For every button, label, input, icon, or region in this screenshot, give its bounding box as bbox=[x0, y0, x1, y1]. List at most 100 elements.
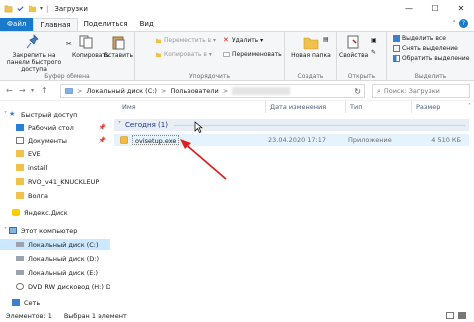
nav-label: Локальный диск (D:) bbox=[28, 254, 99, 263]
nav-drive-e[interactable]: Локальный диск (E:) bbox=[16, 267, 98, 278]
nav-documents[interactable]: Документы 📌 bbox=[16, 135, 110, 146]
cut-icon[interactable]: ✂ bbox=[66, 40, 73, 48]
nav-drive-d[interactable]: Локальный диск (D:) bbox=[16, 253, 99, 264]
copy-to-icon bbox=[155, 52, 162, 58]
nav-eve[interactable]: EVE bbox=[16, 148, 41, 159]
column-type[interactable]: Тип bbox=[346, 101, 412, 113]
select-all-button[interactable]: Выделить все bbox=[393, 35, 446, 42]
nav-label: RVO_v41_KNUCKLEUP bbox=[28, 177, 100, 186]
search-placeholder: Поиск: Загрузки bbox=[383, 87, 440, 95]
status-item-count: Элементов: 1 bbox=[6, 312, 52, 320]
select-all-label: Выделить все bbox=[402, 35, 446, 42]
search-input[interactable]: ⌕ Поиск: Загрузки bbox=[372, 84, 470, 98]
check-icon[interactable] bbox=[16, 4, 25, 13]
table-row[interactable]: ovisetup.exe 23.04.2020 17:17 Приложение… bbox=[114, 134, 469, 146]
nav-label: Рабочий стол bbox=[28, 123, 74, 132]
open-group: Свойства ▣ ✎ Открыть bbox=[337, 32, 387, 82]
pin-quick-access-button[interactable]: Закрепить на панели быстрого доступа bbox=[2, 34, 66, 73]
nav-drive-c[interactable]: Локальный диск (C:) bbox=[0, 239, 110, 250]
maximize-button[interactable]: ☐ bbox=[422, 0, 448, 17]
close-button[interactable]: ✕ bbox=[448, 0, 474, 17]
new-folder-quick-icon[interactable] bbox=[28, 4, 37, 13]
nav-install[interactable]: install bbox=[16, 162, 47, 173]
tab-file[interactable]: Файл bbox=[0, 18, 34, 31]
move-to-button[interactable]: Переместить в ▾ bbox=[155, 37, 216, 44]
edit-icon[interactable]: ✎ bbox=[371, 49, 378, 56]
new-item-icon[interactable]: ▤ bbox=[323, 36, 330, 43]
tab-home[interactable]: Главная bbox=[33, 18, 78, 31]
breadcrumb-users[interactable]: Пользователи bbox=[170, 87, 218, 95]
pc-icon bbox=[9, 227, 17, 234]
title-bar: ▾ | Загрузки — ☐ ✕ bbox=[0, 0, 474, 17]
nav-desktop[interactable]: Рабочий стол 📌 bbox=[16, 122, 110, 133]
expand-icon[interactable]: ˅ bbox=[4, 227, 7, 234]
nav-network[interactable]: Сеть bbox=[12, 297, 40, 308]
open-icon[interactable]: ▣ bbox=[371, 37, 378, 44]
installer-icon bbox=[120, 136, 128, 144]
copy-button[interactable]: Копировать bbox=[72, 34, 109, 59]
paste-button[interactable]: Вставить bbox=[104, 34, 134, 59]
copy-to-button[interactable]: Копировать в ▾ bbox=[155, 51, 212, 58]
tiles-view-icon[interactable] bbox=[458, 312, 466, 319]
dvd-icon bbox=[16, 283, 24, 290]
help-icon[interactable]: ? bbox=[459, 19, 468, 28]
scroll-up-icon[interactable]: ˄ bbox=[468, 103, 471, 110]
paste-icon bbox=[112, 36, 125, 50]
file-name[interactable]: ovisetup.exe bbox=[132, 135, 180, 145]
move-to-icon bbox=[155, 38, 162, 44]
folder-icon[interactable] bbox=[4, 4, 13, 13]
nav-volga[interactable]: Волга bbox=[16, 190, 48, 201]
qa-dropdown-icon[interactable]: ▾ bbox=[40, 5, 43, 12]
group-header-today[interactable]: ˅ Сегодня (1) bbox=[114, 119, 469, 131]
nav-dvd[interactable]: DVD RW дисковод (H:) DRIV bbox=[16, 281, 122, 292]
delete-icon: ✕ bbox=[223, 36, 229, 44]
up-icon[interactable]: ↑ bbox=[41, 86, 48, 95]
properties-button[interactable]: Свойства bbox=[339, 34, 368, 59]
expand-icon[interactable]: ˅ bbox=[4, 111, 7, 118]
folder-icon bbox=[16, 192, 24, 199]
recent-dropdown-icon[interactable]: ▾ bbox=[31, 87, 34, 94]
nav-label: Локальный диск (C:) bbox=[28, 240, 99, 249]
column-size[interactable]: Размер bbox=[412, 101, 468, 113]
yandex-disk-icon bbox=[12, 209, 20, 216]
invert-selection-button[interactable]: Обратить выделение bbox=[393, 55, 469, 62]
nav-quick-access[interactable]: ˅ ★ Быстрый доступ bbox=[4, 109, 77, 120]
nav-label: Локальный диск (E:) bbox=[28, 268, 99, 277]
back-icon[interactable]: ← bbox=[6, 86, 13, 95]
breadcrumb-drive-c[interactable]: Локальный диск (C:) bbox=[86, 87, 157, 95]
nav-label: DVD RW дисковод (H:) DRIV bbox=[28, 282, 122, 291]
nav-label: install bbox=[28, 163, 48, 172]
details-view-icon[interactable] bbox=[446, 312, 454, 319]
rename-button[interactable]: Переименовать bbox=[223, 51, 282, 58]
column-name[interactable]: Имя bbox=[118, 101, 266, 113]
select-none-button[interactable]: Снять выделение bbox=[393, 45, 458, 52]
collapse-ribbon-icon[interactable]: ˄ bbox=[453, 20, 457, 28]
column-date[interactable]: Дата изменения bbox=[266, 101, 346, 113]
nav-rvo[interactable]: RVO_v41_KNUCKLEUP bbox=[16, 176, 99, 187]
ribbon: Закрепить на панели быстрого доступа Коп… bbox=[0, 31, 474, 82]
nav-label: Яндекс.Диск bbox=[24, 208, 68, 217]
refresh-icon[interactable]: ↻ bbox=[354, 87, 361, 96]
pin-icon bbox=[26, 34, 39, 49]
select-none-label: Снять выделение bbox=[402, 45, 458, 52]
paste-label: Вставить bbox=[104, 52, 134, 59]
invert-selection-icon bbox=[393, 55, 400, 62]
clipboard-group: Закрепить на панели быстрого доступа Коп… bbox=[0, 32, 135, 82]
quick-access-toolbar: ▾ | bbox=[0, 4, 48, 13]
nav-yandex-disk[interactable]: Яндекс.Диск bbox=[12, 207, 68, 218]
tab-view[interactable]: Вид bbox=[134, 18, 160, 31]
minimize-button[interactable]: — bbox=[396, 0, 422, 17]
properties-icon bbox=[347, 35, 359, 49]
pin-icon: 📌 bbox=[98, 137, 106, 144]
drive-icon bbox=[16, 256, 24, 261]
desktop-icon bbox=[16, 124, 24, 131]
tab-share[interactable]: Поделиться bbox=[78, 18, 134, 31]
file-size: 4 510 КБ bbox=[431, 136, 461, 144]
delete-button[interactable]: ✕ Удалить ▾ bbox=[223, 36, 263, 45]
group-collapse-icon[interactable]: ˅ bbox=[118, 119, 121, 131]
group-label: Сегодня (1) bbox=[125, 121, 168, 129]
copy-to-label: Копировать в ▾ bbox=[164, 51, 212, 58]
address-bar[interactable]: > Локальный диск (C:) > Пользователи > ↻ bbox=[60, 84, 365, 98]
forward-icon[interactable]: → bbox=[19, 86, 26, 95]
nav-this-pc[interactable]: ˅ Этот компьютер bbox=[4, 225, 77, 236]
